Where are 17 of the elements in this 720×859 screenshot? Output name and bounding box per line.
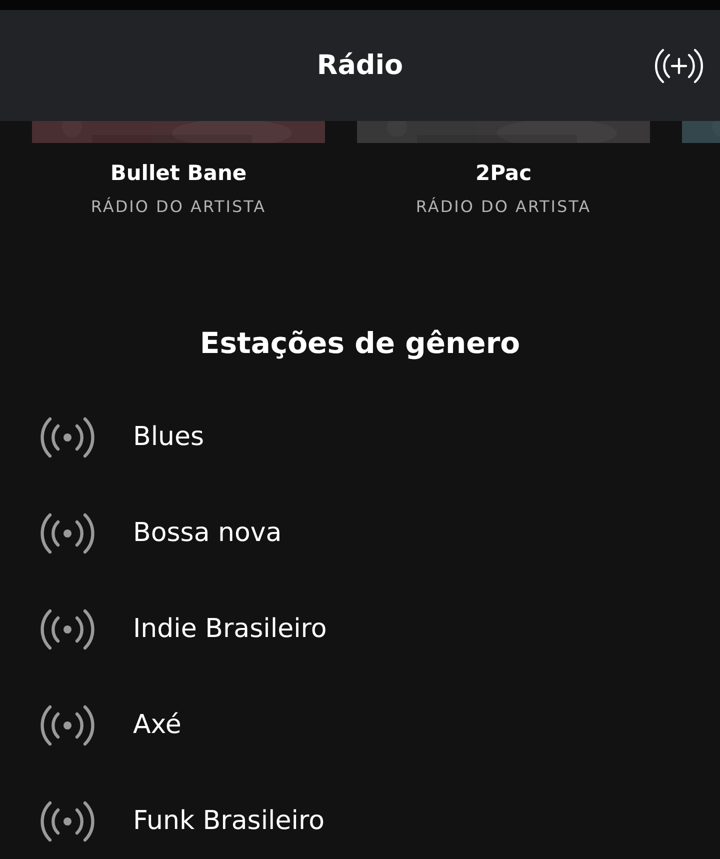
station-name[interactable]: Blues <box>133 422 204 452</box>
radio-icon <box>40 798 95 844</box>
radio-icon <box>40 414 95 460</box>
add-station-button[interactable] <box>654 47 704 85</box>
section-heading: Estações de gênero <box>198 325 522 362</box>
artist-name[interactable]: Bullet Bane <box>110 161 247 185</box>
radio-icon <box>40 702 95 748</box>
screen-title: Rádio <box>316 50 404 81</box>
artist-subtitle: RÁDIO DO ARTISTA <box>90 197 266 216</box>
station-name[interactable]: Axé <box>133 710 182 740</box>
station-name[interactable]: Funk Brasileiro <box>133 806 325 836</box>
artist-subtitle: RÁDIO DO ARTISTA <box>416 197 592 216</box>
artist-name[interactable]: 2Pac <box>475 161 532 185</box>
radio-icon <box>40 510 95 556</box>
radio-icon <box>40 606 95 652</box>
station-name[interactable]: Indie Brasileiro <box>133 614 327 644</box>
station-name[interactable]: Bossa nova <box>133 518 282 548</box>
